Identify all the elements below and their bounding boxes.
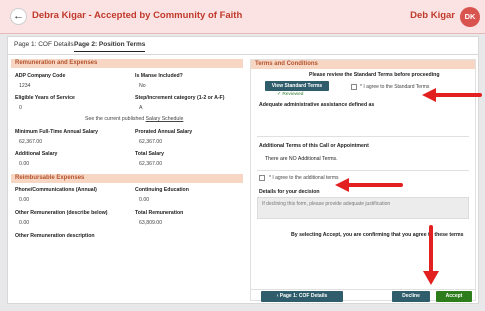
arrow-left-icon[interactable]: ← — [10, 8, 27, 25]
adequate-label: Adequate administrative assistance defin… — [259, 102, 375, 108]
main-panel: Page 1: COF Details Page 2: Position Ter… — [7, 36, 479, 304]
step-label: Step/increment category (1-2 or A-F) — [135, 95, 225, 101]
details-placeholder: If declining this form, please provide a… — [262, 201, 391, 207]
other-remun-value: 0.00 — [19, 220, 30, 226]
review-prompt: Please review the Standard Terms before … — [309, 72, 440, 78]
continuing-label: Continuing Education — [135, 187, 189, 193]
additional-salary-label: Additional Salary — [15, 151, 58, 157]
prorated-value: 62,367.00 — [139, 139, 163, 145]
action-bar: ‹ Page 1: COF Details Decline Accept — [251, 289, 475, 302]
salary-schedule-link[interactable]: Salary Schedule — [146, 116, 184, 122]
additional-salary-value: 0.00 — [19, 161, 30, 167]
avatar[interactable]: DK — [460, 7, 480, 27]
adp-value: 1234 — [19, 83, 31, 89]
schedule-note: See the current published Salary Schedul… — [85, 116, 183, 122]
min-salary-label: Minimum Full-Time Annual Salary — [15, 129, 99, 135]
details-textarea[interactable]: If declining this form, please provide a… — [257, 197, 469, 219]
tab-page1[interactable]: Page 1: COF Details — [14, 41, 74, 48]
view-standard-terms-button[interactable]: View Standard Terms — [265, 81, 329, 91]
agree-standard-checkbox[interactable] — [351, 84, 357, 90]
adp-label: ADP Company Code — [15, 73, 66, 79]
reimbursable-header: Reimbursable Expenses — [11, 174, 243, 183]
page-title: Debra Kigar - Accepted by Community of F… — [32, 10, 243, 21]
app-header: ← Debra Kigar - Accepted by Community of… — [0, 0, 485, 34]
agree-standard-label: * I agree to the Standard Terms — [360, 84, 430, 90]
manse-value: No — [139, 83, 146, 89]
phone-value: 0.00 — [19, 197, 30, 203]
total-remun-label: Total Remuneration — [135, 210, 184, 216]
no-additional-terms: There are NO Additional Terms. — [265, 156, 338, 162]
other-desc-label: Other Remuneration description — [15, 233, 95, 239]
tab-bar: Page 1: COF Details Page 2: Position Ter… — [8, 37, 478, 55]
manse-label: Is Manse Included? — [135, 73, 183, 79]
total-salary-label: Total Salary — [135, 151, 165, 157]
step-value: A — [139, 105, 143, 111]
user-name: Deb Kigar — [410, 10, 455, 21]
continuing-value: 0.00 — [139, 197, 150, 203]
total-remun-value: 63,809.00 — [139, 220, 163, 226]
arrow-down-icon-annotation — [423, 225, 439, 285]
other-remun-label: Other Remuneration (describe below) — [15, 210, 108, 216]
min-salary-value: 62,367.00 — [19, 139, 43, 145]
arrow-left-icon-annotation-1 — [422, 88, 482, 102]
agree-additional-label: * I agree to the additional terms — [269, 175, 339, 181]
additional-terms-label: Additional Terms of this Call or Appoint… — [259, 143, 369, 149]
divider — [257, 170, 469, 171]
details-label: Details for your decision — [259, 189, 320, 195]
arrow-left-icon-annotation-2 — [335, 178, 403, 192]
phone-label: Phone/Communications (Annual) — [15, 187, 97, 193]
remuneration-column: Remuneration and Expenses ADP Company Co… — [11, 59, 243, 301]
divider — [257, 136, 469, 137]
page1-button[interactable]: ‹ Page 1: COF Details — [261, 291, 343, 302]
prorated-label: Prorated Annual Salary — [135, 129, 193, 135]
agree-additional-checkbox[interactable] — [259, 175, 265, 181]
remuneration-header: Remuneration and Expenses — [11, 59, 243, 68]
tab-page2[interactable]: Page 2: Position Terms — [74, 41, 146, 52]
eligible-value: 0 — [19, 105, 22, 111]
accept-button[interactable]: Accept — [436, 291, 472, 302]
reviewed-status: ✓ Reviewed — [277, 92, 304, 97]
terms-header: Terms and Conditions — [251, 60, 475, 69]
eligible-label: Eligible Years of Service — [15, 95, 75, 101]
decline-button[interactable]: Decline — [392, 291, 430, 302]
total-salary-value: 62,367.00 — [139, 161, 163, 167]
schedule-text: See the current published — [85, 116, 145, 122]
